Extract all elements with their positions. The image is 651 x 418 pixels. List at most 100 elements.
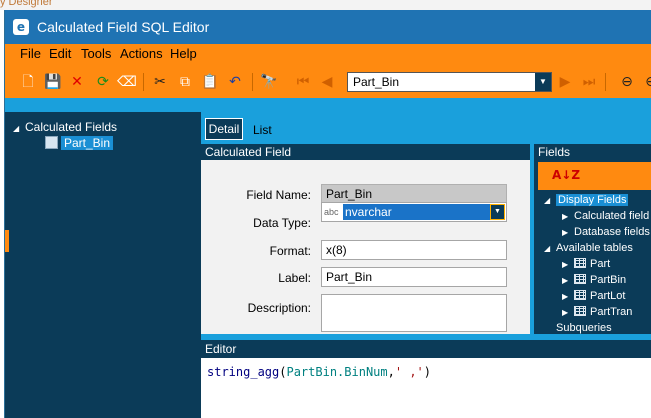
save-icon[interactable]: 💾 — [43, 72, 63, 92]
editor-panel[interactable]: Editor string_agg(PartBin.BinNum,' ,') — [201, 340, 651, 418]
calculated-field-header: Calculated Field — [201, 144, 530, 160]
prev-record-icon[interactable]: ◀ — [317, 72, 337, 92]
back-icon[interactable]: ⊖ — [617, 72, 637, 92]
tree-expander-icon[interactable]: ◢ — [544, 193, 556, 209]
next-record-icon[interactable]: ▶ — [555, 72, 575, 92]
tree-node-available-tables[interactable]: ◢ Available tables — [544, 240, 633, 256]
table-label: Part — [590, 258, 611, 270]
menu-file[interactable]: File — [20, 46, 41, 62]
chevron-down-icon[interactable]: ▼ — [490, 204, 505, 220]
label-field[interactable]: Part_Bin — [321, 267, 507, 287]
record-selector[interactable]: Part_Bin ▼ — [347, 72, 552, 92]
subqueries-label: Subqueries — [556, 322, 612, 334]
toolbar-separator — [143, 73, 144, 91]
calculated-fields-label: Calculated field — [574, 210, 650, 222]
code-string: ' ,' — [394, 365, 424, 379]
last-record-icon[interactable]: ⏭ — [579, 72, 599, 92]
fields-header: Fields — [534, 144, 651, 160]
tree-expander-icon[interactable]: ◢ — [544, 241, 556, 257]
table-label: PartLot — [590, 290, 626, 302]
code-function: string_agg — [207, 365, 280, 379]
display-fields-label: Display Fields — [556, 194, 629, 206]
menu-bar: File Edit Tools Actions Help — [5, 44, 651, 64]
tree-expander-icon[interactable]: ◢ — [13, 121, 25, 136]
toolbar-separator — [252, 73, 253, 91]
tree-node-table[interactable]: ▶ PartTran — [562, 304, 632, 320]
data-type-dropdown[interactable]: abc nvarchar ▼ — [321, 202, 507, 222]
description-label: Description: — [247, 301, 311, 315]
tree-item-label: Part_Bin — [61, 136, 114, 150]
calculated-field-panel: Calculated Field Field Name: Part_Bin Da… — [201, 144, 530, 334]
field-name-field[interactable]: Part_Bin — [321, 184, 507, 204]
tree-node-calculated-fields[interactable]: ▶ Calculated field — [562, 208, 649, 224]
tree-node-subqueries[interactable]: Subqueries — [556, 320, 612, 334]
tab-detail[interactable]: Detail — [205, 118, 243, 140]
back-icon[interactable]: ⊖ — [641, 72, 651, 92]
refresh-icon[interactable]: ⟳ — [93, 72, 113, 92]
tree-collapsed-icon[interactable]: ▶ — [562, 209, 574, 225]
description-field[interactable] — [321, 294, 507, 332]
paste-icon[interactable]: 📋 — [200, 72, 220, 92]
table-label: PartTran — [590, 306, 633, 318]
tree-root-calculated-fields[interactable]: ◢ Calculated Fields — [13, 120, 117, 135]
first-record-icon[interactable]: ⏮ — [293, 72, 313, 92]
data-type-value: nvarchar — [343, 204, 491, 220]
code-paren-close: ) — [423, 365, 432, 379]
data-type-label: Data Type: — [253, 216, 311, 230]
menu-help[interactable]: Help — [170, 46, 197, 62]
tree-node-table[interactable]: ▶ PartBin — [562, 272, 626, 288]
undo-icon[interactable]: ↶ — [225, 72, 245, 92]
table-icon — [574, 306, 586, 316]
toolbar-separator — [605, 73, 606, 91]
format-label: Format: — [269, 244, 311, 258]
code-comma: , — [387, 365, 395, 379]
tree-collapsed-icon[interactable]: ▶ — [562, 257, 574, 273]
abc-type-icon: abc — [324, 207, 339, 217]
tree-collapsed-icon[interactable]: ▶ — [562, 305, 574, 321]
tree-item-part-bin[interactable]: Part_Bin — [45, 136, 114, 151]
fields-tree: ◢ Display Fields ▶ Calculated field ▶ Datab… — [538, 190, 651, 334]
table-icon — [574, 274, 586, 284]
table-label: PartBin — [590, 274, 627, 286]
new-icon[interactable]: 🗋 — [18, 72, 38, 92]
record-selector-value: Part_Bin — [353, 75, 400, 89]
tree-node-display-fields[interactable]: ◢ Display Fields — [544, 192, 629, 209]
sort-alpha-icon[interactable]: A↓Z — [552, 167, 580, 183]
field-name-label: Field Name: — [246, 188, 311, 202]
label-label: Label: — [278, 271, 311, 285]
window-title: Calculated Field SQL Editor — [37, 19, 210, 35]
sort-toolbar: A↓Z — [538, 162, 651, 190]
cut-icon[interactable]: ✂ — [150, 72, 170, 92]
table-icon — [574, 258, 586, 268]
chevron-down-icon[interactable]: ▼ — [535, 73, 551, 91]
delete-icon[interactable]: ✕ — [67, 72, 87, 92]
tree-node-database-fields[interactable]: ▶ Database fields — [562, 224, 650, 240]
copy-icon[interactable]: ⧉ — [175, 72, 195, 92]
toolbar-subbar — [5, 98, 651, 112]
format-field[interactable]: x(8) — [321, 240, 507, 260]
epicor-e-icon: e — [13, 19, 29, 35]
tree-node-table[interactable]: ▶ Part — [562, 256, 610, 272]
code-field-ref: PartBin.BinNum — [286, 365, 388, 379]
tree-node-table[interactable]: ▶ PartLot — [562, 288, 625, 304]
table-icon — [574, 290, 586, 300]
toolbar: 🗋 💾 ✕ ⟳ ⌫ ✂ ⧉ 📋 ↶ 🔭 ⏮ ◀ Part_Bin ▼ ▶ ⏭ ⊖… — [5, 64, 651, 98]
menu-tools[interactable]: Tools — [81, 46, 111, 62]
tab-list[interactable]: List — [253, 122, 272, 138]
tree-collapsed-icon[interactable]: ▶ — [562, 273, 574, 289]
menu-actions[interactable]: Actions — [120, 46, 163, 62]
editor-header: Editor — [201, 340, 651, 358]
orange-edge — [5, 230, 9, 252]
tree-collapsed-icon[interactable]: ▶ — [562, 225, 574, 241]
search-icon[interactable]: 🔭 — [259, 72, 279, 92]
available-tables-label: Available tables — [556, 242, 633, 254]
sql-code-line[interactable]: string_agg(PartBin.BinNum,' ,') — [207, 364, 431, 380]
title-bar[interactable]: e Calculated Field SQL Editor — [5, 10, 651, 44]
detail-pane: Detail List Calculated Field Field Name:… — [201, 112, 651, 418]
sql-editor-window: e Calculated Field SQL Editor File Edit … — [4, 10, 651, 418]
menu-edit[interactable]: Edit — [49, 46, 71, 62]
tree-collapsed-icon[interactable]: ▶ — [562, 289, 574, 305]
database-fields-label: Database fields — [574, 226, 650, 238]
clear-icon[interactable]: ⌫ — [117, 72, 137, 92]
fields-panel: Fields A↓Z ◢ Display Fields ▶ Calculated f… — [534, 144, 651, 334]
